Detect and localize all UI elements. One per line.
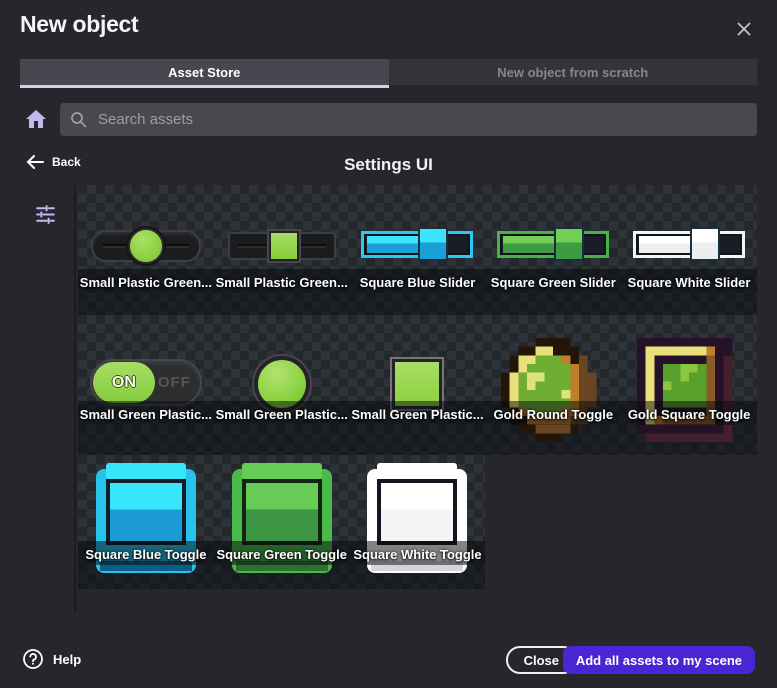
asset-label: Square Green Slider [477, 275, 629, 290]
filter-icon[interactable] [33, 202, 58, 227]
search-icon [70, 111, 87, 128]
add-all-assets-button[interactable]: Add all assets to my scene [563, 646, 755, 674]
close-icon[interactable] [731, 16, 757, 42]
tab-scratch-label: New object from scratch [497, 65, 648, 80]
asset-sprite-square-white-slider [633, 227, 745, 261]
asset-sprite-gold-square-toggle [637, 338, 741, 442]
tab-new-object-from-scratch[interactable]: New object from scratch [389, 59, 758, 85]
asset-tile-square-green-toggle[interactable]: Square Green Toggle [214, 455, 350, 565]
help-button[interactable]: Help [22, 648, 81, 670]
asset-label: Small Plastic Green... [70, 275, 222, 290]
asset-tile-small-green-plastic-round-button[interactable]: Small Green Plastic... [214, 315, 350, 425]
tab-bar: Asset Store New object from scratch [20, 59, 757, 88]
asset-tile-square-green-slider[interactable]: Square Green Slider [485, 185, 621, 293]
off-text: OFF [158, 374, 191, 391]
search-bar[interactable] [60, 103, 757, 136]
asset-tile-small-plastic-green-square-slider[interactable]: Small Plastic Green... [214, 185, 350, 293]
asset-sprite-square-plastic-slider [228, 229, 336, 261]
asset-sprite-gold-round-toggle [501, 338, 605, 442]
asset-tile-small-green-plastic-onoff-toggle[interactable]: ON OFF Small Green Plastic... [78, 315, 214, 425]
help-icon [22, 648, 44, 670]
asset-tile-square-white-slider[interactable]: Square White Slider [621, 185, 757, 293]
active-tab-underline [20, 85, 389, 88]
pack-header: Back Settings UI [0, 155, 777, 179]
asset-tile-small-plastic-green-round-slider[interactable]: Small Plastic Green... [78, 185, 214, 293]
asset-tile-square-blue-toggle[interactable]: Square Blue Toggle [78, 455, 214, 565]
tab-asset-store-label: Asset Store [168, 65, 240, 80]
dialog-title: New object [20, 11, 138, 38]
asset-row: Square Blue Toggle Square Green Toggle S… [78, 455, 485, 565]
search-input[interactable] [96, 110, 747, 129]
asset-label: Square White Toggle [342, 547, 494, 562]
on-text: ON [112, 374, 136, 392]
asset-row: ON OFF Small Green Plastic... Small Gree… [78, 315, 757, 425]
asset-label: Gold Round Toggle [477, 407, 629, 422]
asset-label: Square Blue Toggle [70, 547, 222, 562]
pack-title: Settings UI [0, 155, 777, 175]
asset-sprite-round-plastic-slider [91, 227, 201, 263]
home-icon[interactable] [24, 107, 48, 131]
asset-label: Gold Square Toggle [613, 407, 765, 422]
asset-tile-square-blue-slider[interactable]: Square Blue Slider [350, 185, 486, 293]
asset-sprite-onoff-toggle: ON OFF [90, 359, 202, 406]
asset-row: Small Plastic Green... Small Plastic Gre… [78, 185, 757, 293]
asset-grid: Small Plastic Green... Small Plastic Gre… [78, 185, 757, 589]
asset-label: Square Green Toggle [206, 547, 358, 562]
asset-sprite-square-green-slider [497, 227, 609, 261]
row-gap [78, 293, 757, 315]
asset-label: Small Green Plastic... [206, 407, 358, 422]
asset-label: Square Blue Slider [342, 275, 494, 290]
help-label: Help [53, 652, 81, 667]
asset-label: Square White Slider [613, 275, 765, 290]
asset-tile-gold-square-toggle[interactable]: Gold Square Toggle [621, 315, 757, 425]
asset-tile-gold-round-toggle[interactable]: Gold Round Toggle [485, 315, 621, 425]
asset-label: Small Green Plastic... [70, 407, 222, 422]
dialog-footer: Help Close Add all assets to my scene [0, 634, 777, 688]
tab-asset-store[interactable]: Asset Store [20, 59, 389, 85]
asset-tile-small-green-plastic-square-button[interactable]: Small Green Plastic... [350, 315, 486, 425]
asset-sprite-square-blue-slider [361, 227, 473, 261]
asset-label: Small Green Plastic... [342, 407, 494, 422]
asset-label: Small Plastic Green... [206, 275, 358, 290]
asset-tile-square-white-toggle[interactable]: Square White Toggle [350, 455, 486, 565]
